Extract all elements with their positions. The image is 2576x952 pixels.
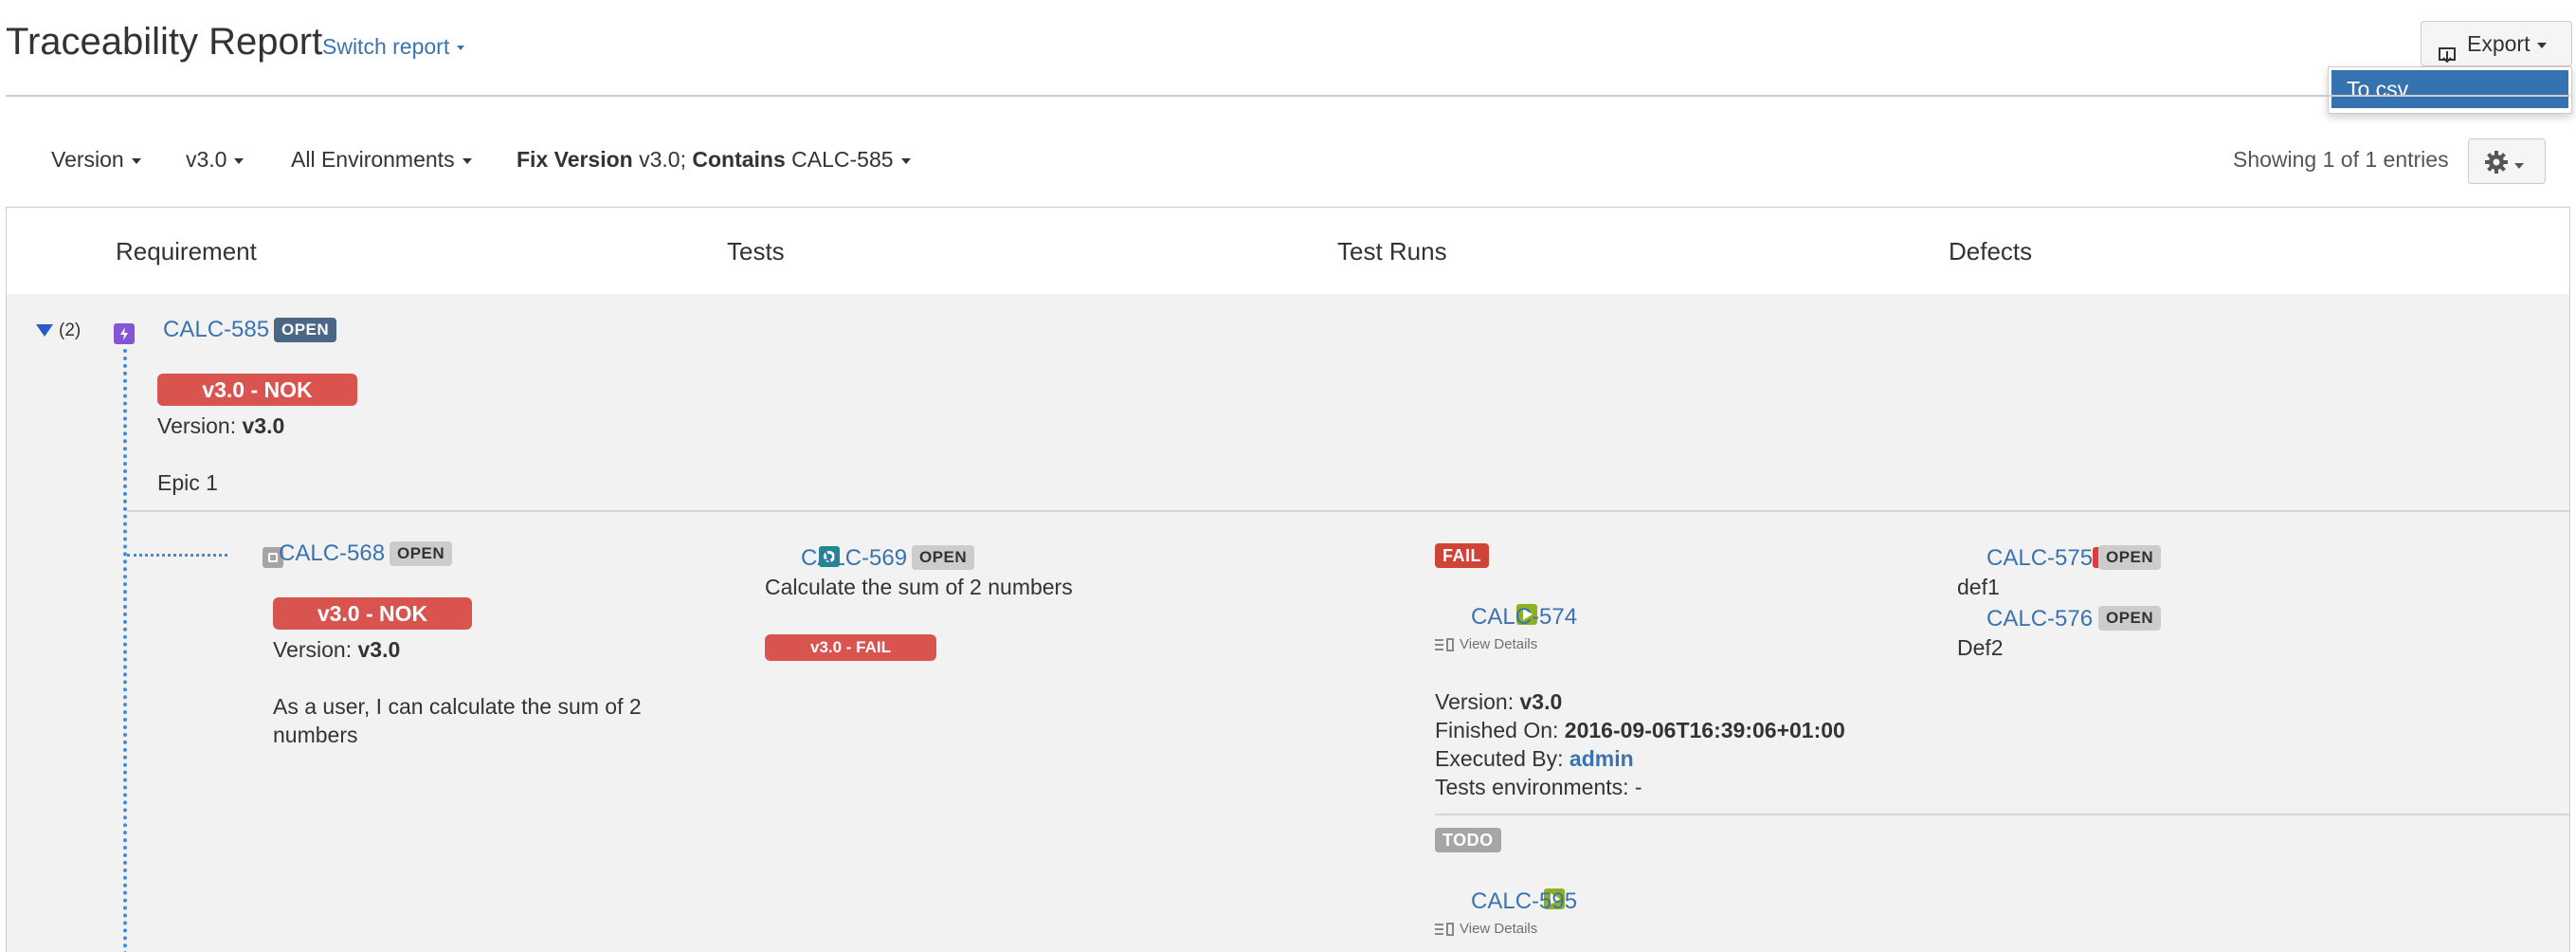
story-summary: As a user, I can calculate the sum of 2 … (273, 694, 642, 747)
run-finished-value: 2016-09-06T16:39:06+01:00 (1564, 718, 1845, 742)
run-version-label: Version: (1435, 689, 1515, 714)
view-details-link[interactable]: View Details (1435, 921, 1537, 937)
tree-connector-vertical (123, 349, 127, 952)
chevron-down-icon (457, 46, 465, 51)
run-finished-label: Finished On: (1435, 718, 1559, 742)
export-dropdown-menu: To csv (2328, 66, 2572, 114)
test-link[interactable]: CALC-569 (801, 545, 907, 572)
environments-label: All Environments (291, 147, 455, 172)
run-result-badge: FAIL (1435, 543, 1489, 568)
run-link[interactable]: CALC-595 (1471, 888, 1577, 915)
chevron-down-icon (234, 157, 245, 164)
epic-link[interactable]: CALC-585 (163, 317, 269, 343)
export-label: Export (2467, 31, 2531, 56)
run-version: Version: v3.0 (1435, 689, 1562, 715)
column-header-defects: Defects (1949, 237, 2033, 265)
child-count: (2) (59, 320, 82, 340)
defect-status-badge: OPEN (2098, 545, 2162, 570)
details-icon (1435, 923, 1454, 937)
chevron-down-icon (2514, 162, 2524, 169)
switch-report-label: Switch report (322, 34, 450, 59)
version-filter-dropdown[interactable]: Version (51, 147, 141, 173)
run-version-value: v3.0 (1519, 689, 1563, 714)
run-env-label: Tests environments: (1435, 775, 1629, 799)
epic-version-label: Version: (157, 413, 237, 438)
defect-status-badge: OPEN (2098, 606, 2162, 631)
run-executed-by: Executed By: admin (1435, 746, 1634, 772)
collapse-toggle[interactable]: (2) (36, 320, 81, 341)
query-fix-version-key: Fix Version (517, 147, 633, 172)
run-env-value: - (1634, 775, 1642, 799)
view-details-link[interactable]: View Details (1435, 636, 1537, 652)
chevron-down-icon (131, 157, 141, 164)
run-executed-label: Executed By: (1435, 746, 1564, 771)
switch-report-dropdown[interactable]: Switch report (322, 34, 465, 60)
triangle-down-icon (36, 324, 53, 338)
chevron-down-icon (462, 157, 472, 164)
header-divider (6, 95, 2570, 97)
showing-entries: Showing 1 of 1 entries (2233, 147, 2449, 172)
run-result-badge: TODO (1435, 828, 1501, 852)
column-header-tests: Tests (727, 237, 785, 265)
view-details-label: View Details (1460, 636, 1538, 652)
epic-version: Version: v3.0 (157, 413, 284, 439)
epic-status-badge: OPEN (274, 318, 337, 342)
story-version: Version: v3.0 (273, 637, 400, 663)
epic-status-pill: v3.0 - NOK (157, 374, 357, 406)
defect-summary: def1 (1957, 575, 2000, 599)
story-status-badge: OPEN (390, 541, 453, 566)
row-divider (127, 510, 2569, 512)
gear-icon (2484, 150, 2509, 181)
view-details-label: View Details (1460, 921, 1538, 937)
run-finished-on: Finished On: 2016-09-06T16:39:06+01:00 (1435, 718, 1845, 743)
settings-button[interactable] (2468, 138, 2546, 184)
query-contains-value: CALC-585 (791, 147, 894, 172)
query-fix-version-value: v3.0; (639, 147, 686, 172)
export-icon (2437, 36, 2458, 64)
page-title: Traceability Report (6, 21, 323, 63)
epic-summary: Epic 1 (157, 470, 218, 495)
version-value-dropdown[interactable]: v3.0 (186, 147, 245, 173)
epic-icon (114, 322, 135, 344)
test-summary: Calculate the sum of 2 numbers (765, 575, 1073, 599)
run-environments: Tests environments: - (1435, 775, 1642, 800)
chevron-down-icon (900, 157, 911, 164)
run-divider (1435, 814, 2569, 815)
environments-dropdown[interactable]: All Environments (291, 147, 472, 173)
defect-link[interactable]: CALC-575 (1986, 545, 2093, 572)
story-status-pill: v3.0 - NOK (273, 597, 472, 630)
export-to-csv-item[interactable]: To csv (2331, 70, 2568, 108)
story-version-value: v3.0 (357, 637, 401, 662)
test-status-pill: v3.0 - FAIL (765, 634, 936, 661)
run-executor-link[interactable]: admin (1569, 746, 1634, 771)
column-header-test-runs: Test Runs (1337, 237, 1447, 265)
story-link[interactable]: CALC-568 (279, 540, 385, 567)
query-contains-key: Contains (692, 147, 786, 172)
run-link[interactable]: CALC-574 (1471, 604, 1577, 631)
version-filter-label: Version (51, 147, 124, 172)
details-icon (1435, 638, 1454, 652)
version-value-label: v3.0 (186, 147, 227, 172)
query-filter-dropdown[interactable]: Fix Version v3.0; Contains CALC-585 (517, 147, 911, 173)
column-header-requirement: Requirement (116, 237, 257, 265)
export-button[interactable]: Export (2421, 21, 2572, 66)
epic-version-value: v3.0 (242, 413, 285, 438)
story-version-label: Version: (273, 637, 353, 662)
defect-link[interactable]: CALC-576 (1986, 606, 2093, 632)
test-status-badge: OPEN (912, 545, 975, 570)
chevron-down-icon (2537, 42, 2548, 48)
tree-connector-horizontal (127, 554, 227, 557)
defect-summary: Def2 (1957, 635, 2004, 660)
